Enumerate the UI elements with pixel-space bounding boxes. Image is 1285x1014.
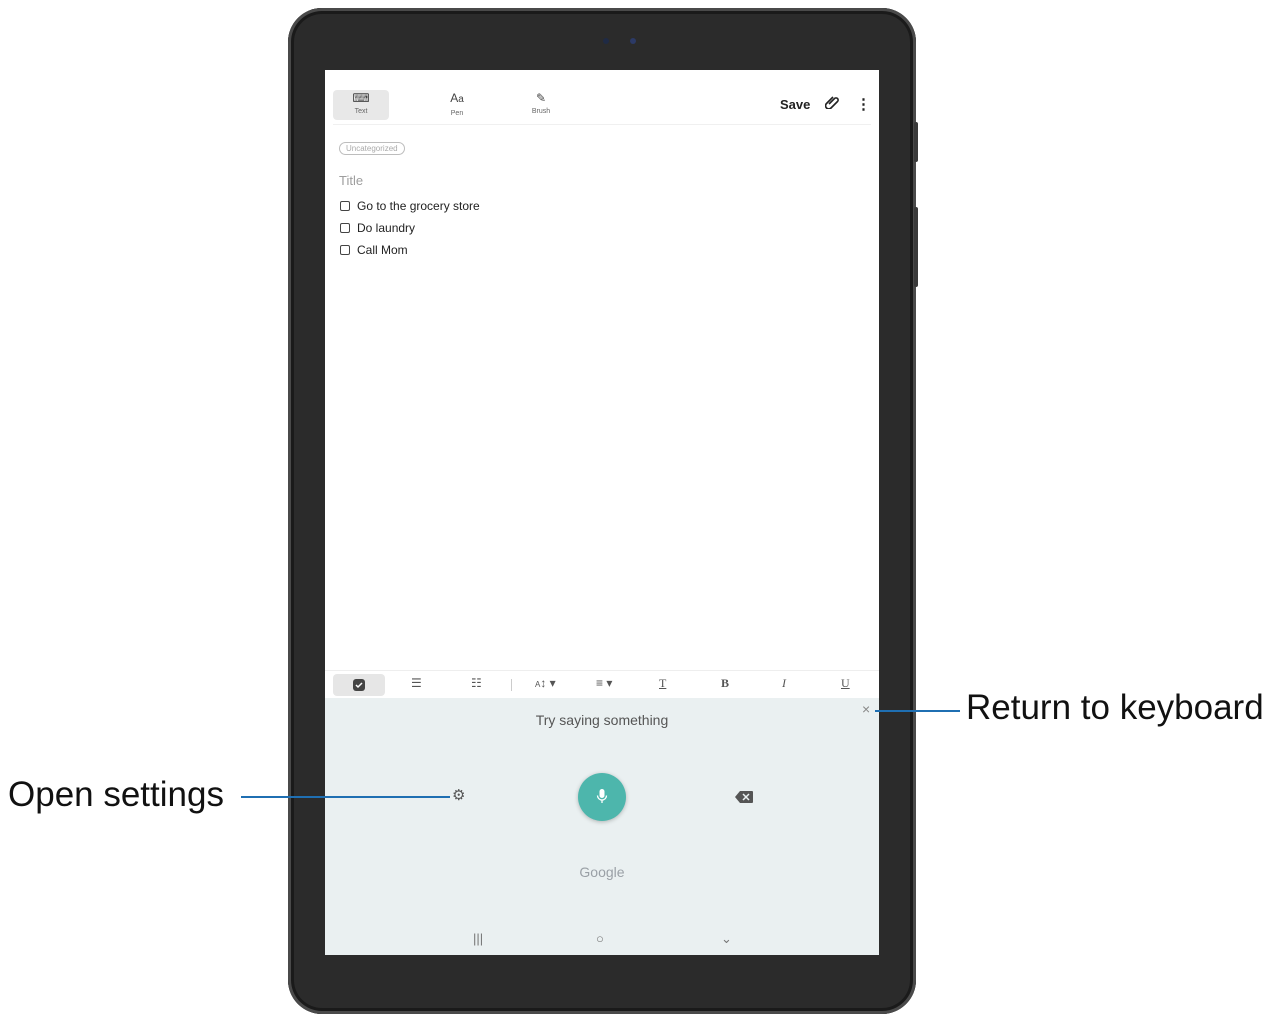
power-button xyxy=(914,207,918,287)
bullet-list-icon[interactable]: ☷ xyxy=(471,676,482,690)
numbered-list-icon[interactable]: ☰ xyxy=(411,676,422,690)
voice-input-panel: × Try saying something ⚙ Google xyxy=(325,698,879,926)
return-to-keyboard-leader xyxy=(875,710,960,712)
brush-icon: ✎ xyxy=(535,91,547,105)
backspace-icon[interactable] xyxy=(735,791,753,803)
mode-text-button[interactable]: ⌨ Text xyxy=(333,90,389,120)
checkbox-icon[interactable] xyxy=(333,674,385,696)
align-icon[interactable]: ≡ ▾ xyxy=(596,676,612,690)
microphone-button[interactable] xyxy=(578,773,626,821)
keyboard-icon: ⌨ xyxy=(352,91,370,105)
checklist-item[interactable]: Call Mom xyxy=(340,243,408,257)
back-chevron-icon[interactable]: ⌄ xyxy=(721,931,732,947)
checkbox[interactable] xyxy=(340,223,350,233)
front-camera xyxy=(630,38,636,44)
save-button[interactable]: Save xyxy=(780,97,810,112)
voice-prompt: Try saying something xyxy=(535,712,669,728)
category-chip[interactable]: Uncategorized xyxy=(339,142,405,155)
mode-brush-button[interactable]: ✎ Brush xyxy=(513,90,569,120)
checklist-item-text: Call Mom xyxy=(357,243,408,257)
more-vertical-icon[interactable]: ⋮ xyxy=(856,95,871,113)
home-icon[interactable]: ○ xyxy=(596,931,604,946)
checkbox[interactable] xyxy=(340,245,350,255)
underline-icon[interactable]: U xyxy=(841,676,850,691)
screen: ⌨ Text Aa Pen ✎ Brush Save ⋮ Uncategoriz… xyxy=(325,70,879,955)
pen-icon: Aa xyxy=(450,91,464,105)
mode-text-label: Text xyxy=(354,108,368,115)
checklist-item[interactable]: Do laundry xyxy=(340,221,415,235)
checklist-item-text: Do laundry xyxy=(357,221,416,235)
microphone-icon xyxy=(596,789,608,803)
bold-icon[interactable]: B xyxy=(721,676,729,691)
mode-pen-button[interactable]: Aa Pen xyxy=(429,90,485,120)
open-settings-leader xyxy=(241,796,450,798)
italic-icon[interactable]: I xyxy=(782,676,786,691)
volume-button xyxy=(914,122,918,162)
gear-icon[interactable]: ⚙ xyxy=(452,786,465,804)
formatting-bar: ☰ ☷ A↕ ▾ ≡ ▾ T B I U xyxy=(325,670,879,699)
title-field[interactable]: Title xyxy=(339,173,363,188)
return-to-keyboard-callout: Return to keyboard xyxy=(966,688,1264,727)
mode-brush-label: Brush xyxy=(531,108,551,115)
open-settings-callout: Open settings xyxy=(8,775,224,814)
google-label: Google xyxy=(579,864,625,880)
text-color-icon[interactable]: T xyxy=(659,676,666,691)
mode-pen-label: Pen xyxy=(450,110,464,117)
note-toolbar: ⌨ Text Aa Pen ✎ Brush Save ⋮ xyxy=(325,70,879,125)
recent-apps-icon[interactable]: ||| xyxy=(473,931,483,946)
paperclip-icon[interactable] xyxy=(824,95,839,112)
checklist-item-text: Go to the grocery store xyxy=(357,199,480,213)
navigation-bar: ||| ○ ⌄ xyxy=(325,926,879,955)
toolbar-divider xyxy=(333,124,871,125)
checklist-item[interactable]: Go to the grocery store xyxy=(340,199,480,213)
checkbox[interactable] xyxy=(340,201,350,211)
toolbar-separator xyxy=(511,679,512,691)
font-size-icon[interactable]: A↕ ▾ xyxy=(535,676,556,690)
camera-sensor xyxy=(603,38,609,44)
